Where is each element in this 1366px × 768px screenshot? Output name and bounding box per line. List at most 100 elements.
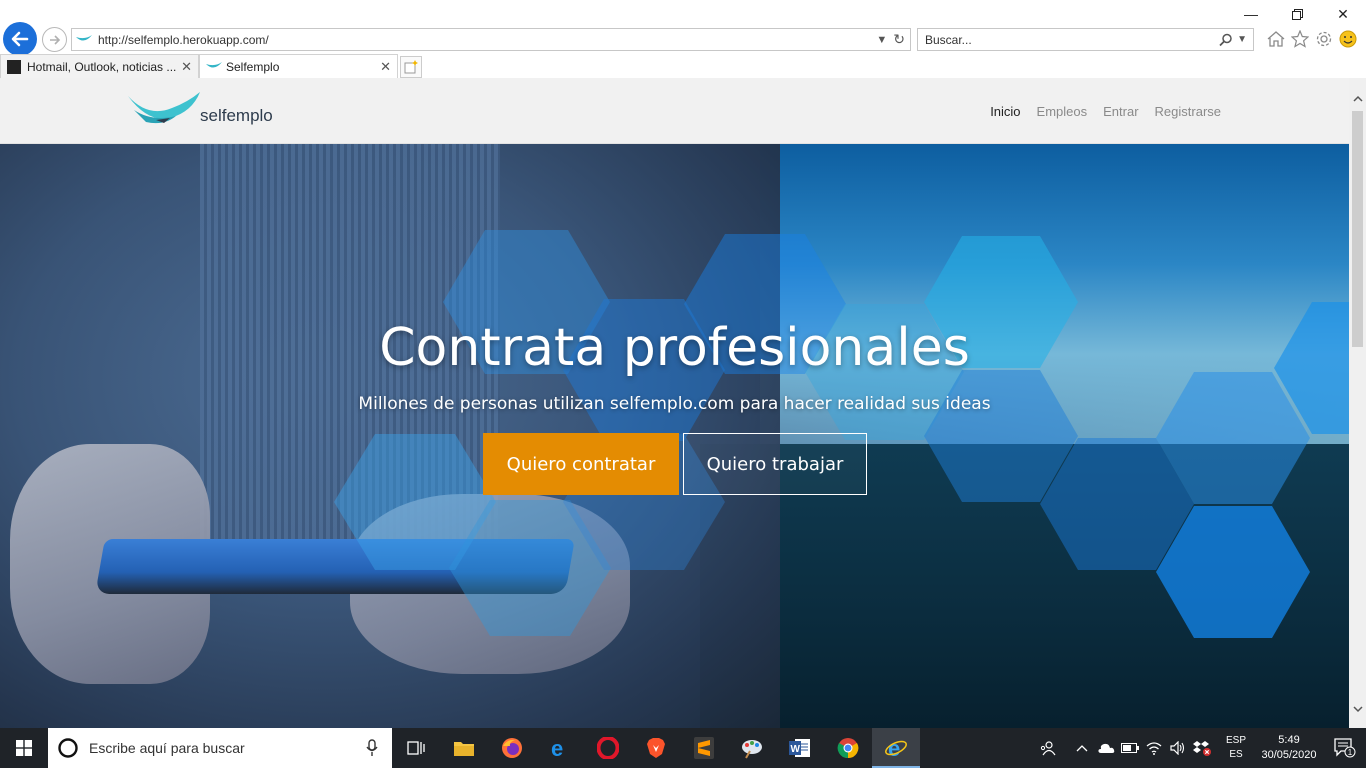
chrome-button[interactable] xyxy=(824,728,872,768)
task-view-icon xyxy=(407,741,425,755)
firefox-icon xyxy=(502,738,522,758)
close-tab-icon[interactable]: ✕ xyxy=(181,59,192,75)
site-favicon-icon xyxy=(206,61,222,72)
main-nav: Inicio Empleos Entrar Registrarse xyxy=(990,104,1221,119)
scrollbar-thumb[interactable] xyxy=(1352,111,1363,347)
sublime-button[interactable] xyxy=(680,728,728,768)
people-icon[interactable] xyxy=(1036,728,1060,768)
minimize-icon[interactable]: — xyxy=(1228,0,1274,28)
forward-button[interactable] xyxy=(42,27,67,52)
opera-button[interactable] xyxy=(584,728,632,768)
address-bar[interactable]: http://selfemplo.herokuapp.com/ ▼ ↻ xyxy=(71,28,911,51)
paint-icon xyxy=(742,740,762,759)
edge-button[interactable]: e xyxy=(536,728,584,768)
tab-strip: Hotmail, Outlook, noticias ... ✕ Selfemp… xyxy=(0,54,422,78)
file-explorer-button[interactable] xyxy=(440,728,488,768)
svg-text:W: W xyxy=(791,744,801,755)
taskbar-apps: e W e xyxy=(392,728,920,768)
brave-button[interactable] xyxy=(632,728,680,768)
show-hidden-icons-chevron-icon[interactable] xyxy=(1070,728,1094,768)
new-tab-button[interactable] xyxy=(400,56,422,78)
close-window-icon[interactable]: ✕ xyxy=(1320,0,1366,28)
home-icon[interactable] xyxy=(1266,28,1286,50)
back-arrow-icon xyxy=(11,31,29,47)
input-language[interactable]: ESP ES xyxy=(1218,734,1254,762)
word-button[interactable]: W xyxy=(776,728,824,768)
hero-title: Contrata profesionales xyxy=(379,318,970,378)
search-box[interactable]: Buscar... ▼ xyxy=(917,28,1254,51)
site-navbar: selfemplo Inicio Empleos Entrar Registra… xyxy=(0,78,1349,144)
onedrive-cloud-icon[interactable] xyxy=(1094,728,1118,768)
work-button[interactable]: Quiero trabajar xyxy=(683,433,867,495)
internet-explorer-icon: e xyxy=(885,737,907,759)
action-center-button[interactable]: 1 xyxy=(1324,728,1366,768)
nav-link-inicio[interactable]: Inicio xyxy=(990,104,1020,119)
favorites-star-icon[interactable] xyxy=(1290,28,1310,50)
notification-icon: 1 xyxy=(1334,738,1356,758)
restore-icon[interactable] xyxy=(1274,0,1320,28)
address-dropdown-icon[interactable]: ▼ xyxy=(876,34,887,46)
site-logo[interactable]: selfemplo xyxy=(126,92,273,128)
scroll-up-icon[interactable] xyxy=(1349,90,1366,107)
edge-icon: e xyxy=(551,737,563,759)
hire-button[interactable]: Quiero contratar xyxy=(483,433,679,495)
logo-bird-icon xyxy=(128,92,200,124)
wifi-icon[interactable] xyxy=(1142,728,1166,768)
address-url[interactable]: http://selfemplo.herokuapp.com/ xyxy=(98,33,876,47)
svg-text:e: e xyxy=(551,737,563,759)
search-icon[interactable] xyxy=(1219,33,1233,47)
notification-count: 1 xyxy=(1348,748,1353,757)
hero-section: Contrata profesionales Millones de perso… xyxy=(0,144,1349,728)
keyboard-layout: ES xyxy=(1229,749,1243,760)
page-scrollbar[interactable] xyxy=(1349,78,1366,728)
taskbar-search-input[interactable]: Escribe aquí para buscar xyxy=(89,740,366,756)
back-button[interactable] xyxy=(3,22,37,56)
cortana-icon xyxy=(58,738,78,758)
feedback-smiley-icon[interactable] xyxy=(1338,28,1358,50)
forward-arrow-icon xyxy=(49,34,60,45)
internet-explorer-button[interactable]: e xyxy=(872,728,920,768)
taskbar: Escribe aquí para buscar e W e ESP ES 5:… xyxy=(0,728,1366,768)
nav-link-registrarse[interactable]: Registrarse xyxy=(1155,104,1221,119)
tab-selfemplo[interactable]: Selfemplo ✕ xyxy=(199,54,398,78)
hero-subtitle: Millones de personas utilizan selfemplo.… xyxy=(358,394,991,414)
clock-date: 30/05/2020 xyxy=(1261,749,1317,761)
microphone-icon[interactable] xyxy=(366,739,378,757)
taskbar-search[interactable]: Escribe aquí para buscar xyxy=(48,728,392,768)
clock[interactable]: 5:49 30/05/2020 xyxy=(1254,733,1324,763)
scroll-down-icon[interactable] xyxy=(1349,701,1366,718)
paint-app-button[interactable] xyxy=(728,728,776,768)
site-favicon-icon xyxy=(76,34,96,45)
clock-time: 5:49 xyxy=(1278,734,1300,746)
dropbox-sync-error-icon[interactable] xyxy=(1190,728,1214,768)
window-controls: — ✕ xyxy=(1228,0,1366,28)
search-dropdown-icon[interactable]: ▼ xyxy=(1237,34,1247,45)
browser-chrome: — ✕ http://selfemplo.herokuapp.com/ ▼ ↻ … xyxy=(0,0,1366,78)
tab-hotmail[interactable]: Hotmail, Outlook, noticias ... ✕ xyxy=(0,54,199,78)
task-view-button[interactable] xyxy=(392,728,440,768)
page-viewport: selfemplo Inicio Empleos Entrar Registra… xyxy=(0,78,1349,728)
settings-gear-icon[interactable] xyxy=(1314,28,1334,50)
battery-icon[interactable] xyxy=(1118,728,1142,768)
language-code: ESP xyxy=(1225,735,1246,746)
logo-text: selfemplo xyxy=(200,106,273,125)
msn-favicon-icon xyxy=(7,59,21,74)
chrome-icon xyxy=(837,738,859,759)
firefox-button[interactable] xyxy=(488,728,536,768)
sublime-text-icon xyxy=(694,737,714,759)
folder-icon xyxy=(454,742,474,756)
close-tab-icon[interactable]: ✕ xyxy=(380,59,391,75)
svg-text:e: e xyxy=(888,737,900,759)
nav-link-empleos[interactable]: Empleos xyxy=(1037,104,1088,119)
hero-actions: Quiero contratar Quiero trabajar xyxy=(483,433,867,495)
search-input[interactable]: Buscar... xyxy=(925,33,1219,47)
word-icon: W xyxy=(789,739,810,757)
refresh-icon[interactable]: ↻ xyxy=(893,31,905,48)
start-button[interactable] xyxy=(0,728,48,768)
system-tray: ESP ES 5:49 30/05/2020 1 xyxy=(1036,728,1366,768)
brave-lion-icon xyxy=(647,738,665,758)
volume-icon[interactable] xyxy=(1166,728,1190,768)
tab-label: Selfemplo xyxy=(226,59,280,74)
nav-link-entrar[interactable]: Entrar xyxy=(1103,104,1138,119)
new-tab-icon xyxy=(404,60,418,74)
